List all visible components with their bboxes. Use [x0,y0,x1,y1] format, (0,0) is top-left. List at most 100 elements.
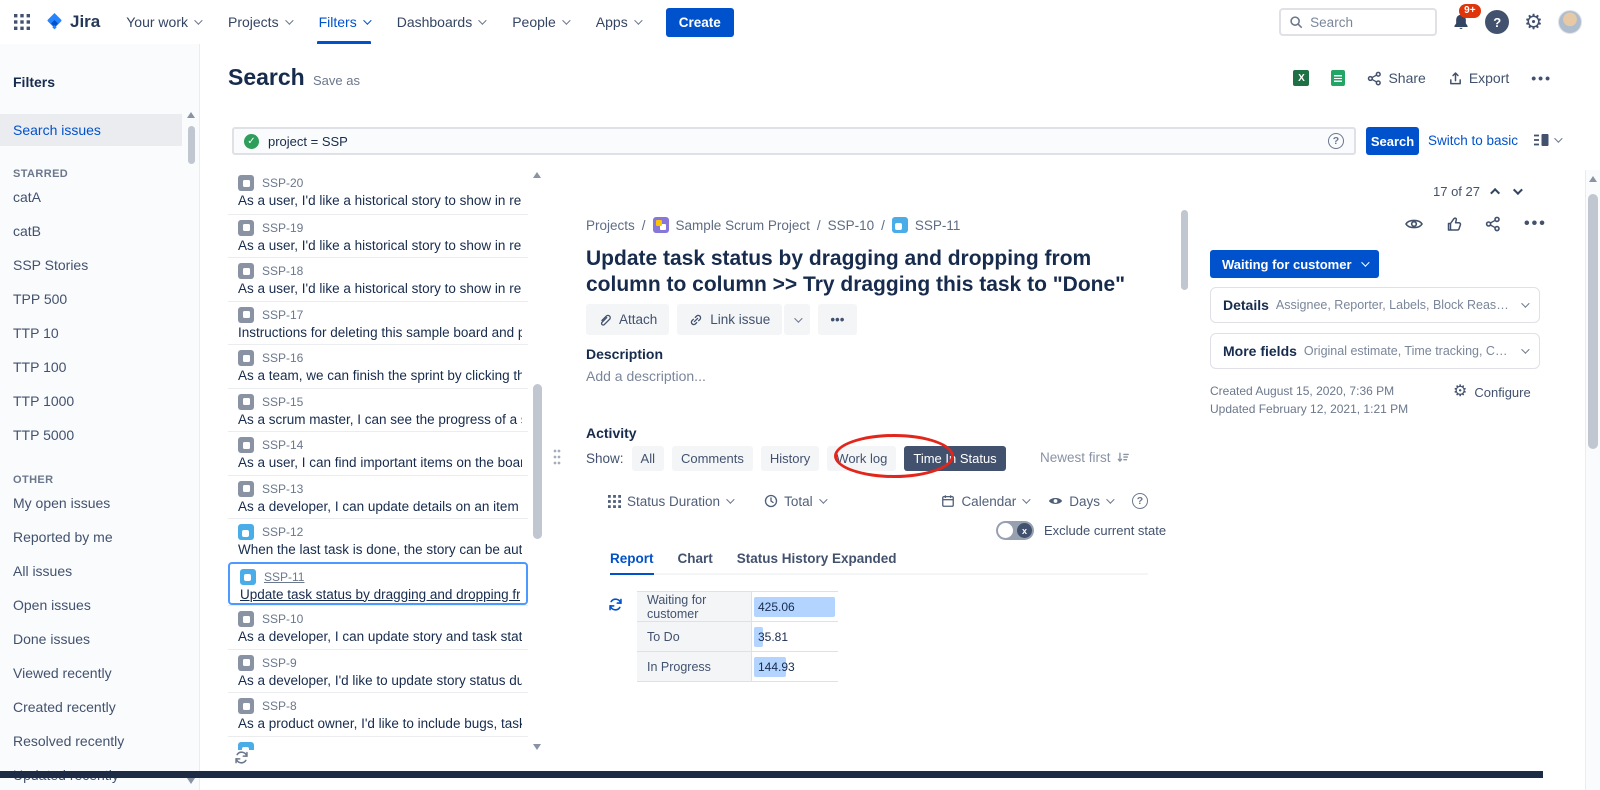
sidebar-item-ttp-5000[interactable]: TTP 5000 [0,418,182,452]
watch-eye-icon[interactable] [1405,217,1423,231]
list-refresh-icon[interactable] [234,750,249,765]
jql-query-text[interactable]: project = SSP [268,134,1319,149]
issue-row-ssp-14[interactable]: SSP-14As a user, I can find important it… [228,431,528,475]
filter-work-log[interactable]: Work log [827,446,896,471]
switch-to-basic-link[interactable]: Switch to basic [1428,133,1518,148]
search-button[interactable]: Search [1366,127,1419,155]
table-row[interactable]: To Do 35.81 [637,622,838,652]
sidebar-item-all-issues[interactable]: All issues [0,554,182,588]
issue-row-ssp-19[interactable]: SSP-19As a user, I'd like a historical s… [228,214,528,258]
table-row[interactable]: Waiting for customer 425.06 [637,592,838,622]
issue-row-ssp-13[interactable]: SSP-13As a developer, I can update detai… [228,475,528,519]
days-unit-dropdown[interactable]: Days [1048,494,1112,509]
link-issue-button[interactable]: Link issue [677,304,782,335]
user-avatar[interactable] [1558,10,1582,34]
sidebar-item-catb[interactable]: catB [0,214,182,248]
header-more-button[interactable]: ••• [1531,70,1552,86]
share-button[interactable]: Share [1367,70,1425,86]
issue-more-actions[interactable]: ••• [1524,215,1547,233]
sidebar-item-tpp-500[interactable]: TPP 500 [0,282,182,316]
calendar-dropdown[interactable]: Calendar [941,494,1028,509]
scroll-up-arrow[interactable] [533,172,541,178]
exclude-current-state-toggle[interactable]: x [996,521,1034,540]
save-as-link[interactable]: Save as [313,73,360,88]
sidebar-item-viewed-recently[interactable]: Viewed recently [0,656,182,690]
global-search-input[interactable] [1310,15,1420,30]
filter-time-in-status[interactable]: Time In Status [904,446,1005,471]
issue-row-ssp-12[interactable]: SSP-12When the last task is done, the st… [228,518,528,562]
sidebar-item-my-open-issues[interactable]: My open issues [0,486,182,520]
issue-title[interactable]: Update task status by dragging and dropp… [586,246,1166,299]
settings-gear-icon[interactable]: ⚙ [1524,12,1543,33]
tab-chart[interactable]: Chart [678,551,713,566]
tab-status-history-expanded[interactable]: Status History Expanded [737,551,897,566]
issue-row-ssp-8[interactable]: SSP-8As a product owner, I'd like to inc… [228,692,528,736]
jql-help-icon[interactable]: ? [1328,133,1344,149]
jira-logo[interactable]: Jira [44,12,100,33]
attach-button[interactable]: Attach [586,304,669,335]
sidebar-item-ttp-100[interactable]: TTP 100 [0,350,182,384]
link-issue-dropdown[interactable] [784,304,810,335]
sidebar-item-cata[interactable]: catA [0,180,182,214]
nav-item-projects[interactable]: Projects [228,0,291,44]
breadcrumb-project[interactable]: Sample Scrum Project [676,218,810,233]
issue-row-ssp-16[interactable]: SSP-16As a team, we can finish the sprin… [228,344,528,388]
tis-help-icon[interactable]: ? [1132,493,1148,509]
sidebar-item-ssp-stories[interactable]: SSP Stories [0,248,182,282]
notifications-bell-icon[interactable]: 9+ [1452,13,1470,31]
details-fold-card[interactable]: Details Assignee, Reporter, Labels, Bloc… [1210,287,1540,323]
issue-more-button[interactable]: ••• [818,304,856,335]
sidebar-item-done-issues[interactable]: Done issues [0,622,182,656]
report-refresh-icon[interactable] [608,597,623,612]
results-list-scrollbar[interactable] [531,172,544,750]
sidebar-item-ttp-10[interactable]: TTP 10 [0,316,182,350]
create-button[interactable]: Create [666,8,734,37]
sidebar-item-open-issues[interactable]: Open issues [0,588,182,622]
sidebar-item-reported-by-me[interactable]: Reported by me [0,520,182,554]
next-issue-button[interactable] [1513,185,1523,195]
sidebar-item-resolved-recently[interactable]: Resolved recently [0,724,182,758]
configure-button[interactable]: ⚙ Configure [1453,384,1531,400]
vote-thumbs-up-icon[interactable] [1446,216,1462,232]
global-search[interactable] [1279,8,1437,36]
issue-row-ssp-17[interactable]: SSP-17Instructions for deleting this sam… [228,301,528,345]
description-placeholder[interactable]: Add a description... [586,368,706,384]
filter-history[interactable]: History [761,446,819,471]
issue-row-ssp-20[interactable]: SSP-20As a user, I'd like a historical s… [228,170,528,214]
nav-item-apps[interactable]: Apps [596,0,640,44]
panel-resize-handle[interactable] [553,448,561,465]
nav-item-your-work[interactable]: Your work [126,0,200,44]
breadcrumb-projects[interactable]: Projects [586,218,635,233]
sort-order-button[interactable]: Newest first [1040,450,1130,465]
status-dropdown-button[interactable]: Waiting for customer [1210,250,1379,278]
issue-row-ssp-15[interactable]: SSP-15As a scrum master, I can see the p… [228,388,528,432]
sheets-export-icon[interactable] [1331,70,1345,86]
more-fields-fold-card[interactable]: More fields Original estimate, Time trac… [1210,333,1540,369]
sidebar-scrollbar[interactable] [187,112,196,784]
sidebar-item-search-issues[interactable]: Search issues [0,114,182,146]
nav-item-dashboards[interactable]: Dashboards [397,0,485,44]
view-layout-toggle[interactable] [1533,133,1560,147]
total-dropdown[interactable]: Total [764,494,825,509]
app-switcher-icon[interactable] [14,14,30,30]
scroll-up-arrow[interactable] [1589,176,1597,182]
breadcrumb-current-issue[interactable]: SSP-11 [915,218,961,233]
page-scrollbar[interactable] [1585,170,1600,790]
filter-comments[interactable]: Comments [672,446,753,471]
excel-export-icon[interactable]: X [1293,70,1309,86]
issue-row-ssp-10[interactable]: SSP-10As a developer, I can update story… [228,605,528,649]
scroll-down-arrow[interactable] [533,744,541,750]
export-button[interactable]: Export [1448,70,1509,86]
sidebar-item-created-recently[interactable]: Created recently [0,690,182,724]
previous-issue-button[interactable] [1490,188,1500,198]
issue-row-ssp-18[interactable]: SSP-18As a user, I'd like a historical s… [228,257,528,301]
filter-all[interactable]: All [632,446,664,471]
scroll-up-arrow[interactable] [187,112,195,118]
sidebar-item-ttp-1000[interactable]: TTP 1000 [0,384,182,418]
breadcrumb-parent-issue[interactable]: SSP-10 [828,218,875,233]
nav-item-people[interactable]: People [512,0,568,44]
help-icon[interactable]: ? [1485,10,1509,34]
detail-panel-scrollbar[interactable] [1180,205,1189,765]
share-icon[interactable] [1485,216,1501,232]
issue-row-partial[interactable] [228,736,528,751]
